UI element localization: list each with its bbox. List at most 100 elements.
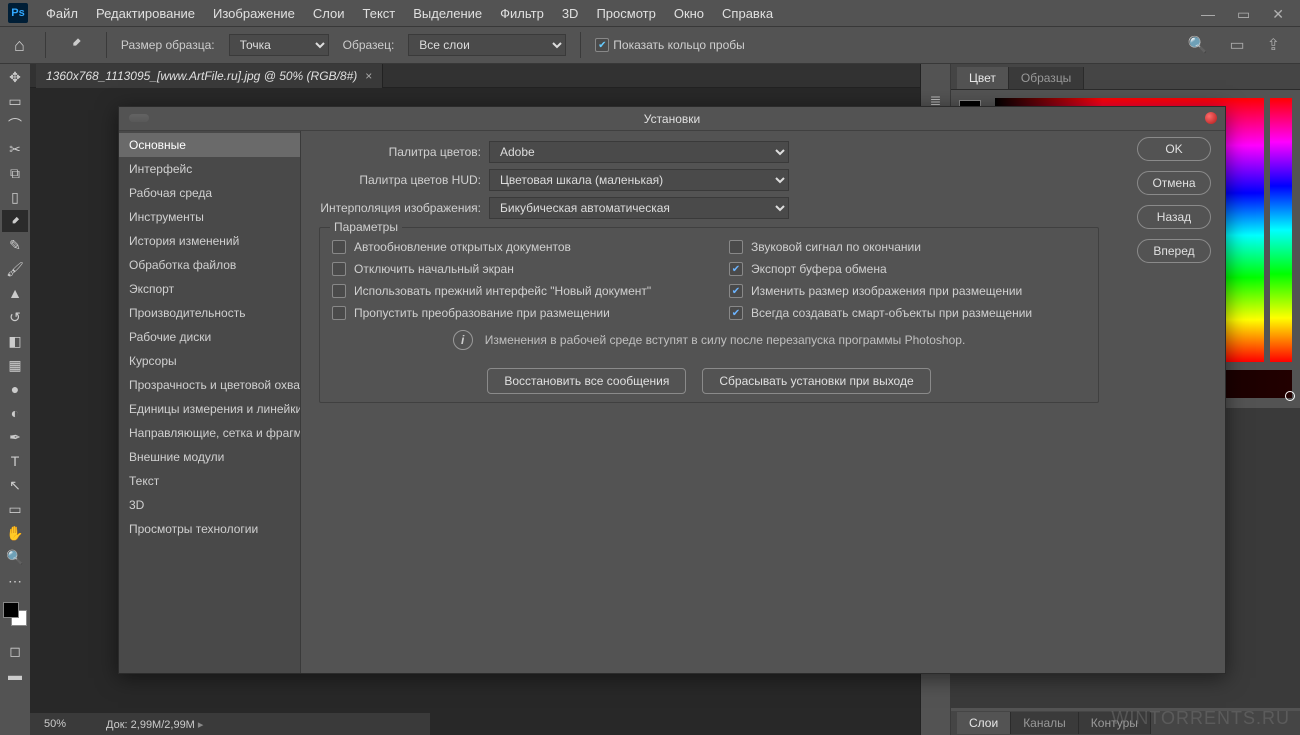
maximize-icon[interactable]: ▭ — [1237, 6, 1250, 23]
checkbox[interactable] — [729, 306, 743, 320]
history-brush-tool[interactable]: ↺ — [2, 306, 28, 328]
hand-tool[interactable]: ✋ — [2, 522, 28, 544]
reset-on-quit-button[interactable]: Сбрасывать установки при выходе — [702, 368, 930, 394]
healing-tool[interactable]: ✎ — [2, 234, 28, 256]
reset-messages-button[interactable]: Восстановить все сообщения — [487, 368, 686, 394]
minimize-icon[interactable]: — — [1201, 6, 1215, 23]
checkbox-row: Автообновление открытых документов — [332, 240, 689, 254]
mask-mode-icon[interactable]: ◻ — [2, 640, 28, 662]
tab-color[interactable]: Цвет — [957, 67, 1009, 89]
show-ring-checkbox[interactable]: ✔ — [595, 38, 609, 52]
pref-category[interactable]: Прозрачность и цветовой охват — [119, 373, 300, 397]
hue-slider[interactable] — [1270, 98, 1292, 362]
rectangle-tool[interactable]: ▭ — [2, 498, 28, 520]
chevron-right-icon[interactable]: ▸ — [198, 719, 204, 731]
crop-tool[interactable]: ⧉ — [2, 162, 28, 184]
menu-window[interactable]: Окно — [674, 6, 704, 21]
pref-category[interactable]: Экспорт — [119, 277, 300, 301]
marquee-tool[interactable]: ▭ — [2, 90, 28, 112]
pref-category[interactable]: Основные — [119, 133, 300, 157]
tab-layers[interactable]: Слои — [957, 712, 1011, 734]
pref-category[interactable]: Просмотры технологии — [119, 517, 300, 541]
pref-category[interactable]: История изменений — [119, 229, 300, 253]
dialog-buttons: OK Отмена Назад Вперед — [1137, 137, 1211, 263]
info-text: Изменения в рабочей среде вступят в силу… — [485, 333, 966, 347]
pref-category[interactable]: Единицы измерения и линейки — [119, 397, 300, 421]
eyedropper-tool[interactable] — [2, 210, 28, 232]
pref-category[interactable]: Рабочие диски — [119, 325, 300, 349]
tab-close-icon[interactable]: × — [365, 69, 372, 83]
sample-source-select[interactable]: Все слои — [408, 34, 566, 56]
hud-picker-select[interactable]: Цветовая шкала (маленькая) — [489, 169, 789, 191]
pref-category[interactable]: Курсоры — [119, 349, 300, 373]
zoom-level[interactable]: 50% — [44, 718, 66, 730]
frame-icon[interactable]: ▭ — [1229, 35, 1244, 55]
close-icon[interactable]: ✕ — [1272, 6, 1284, 23]
interpolation-select[interactable]: Бикубическая автоматическая — [489, 197, 789, 219]
gradient-tool[interactable]: ▦ — [2, 354, 28, 376]
pref-category[interactable]: Обработка файлов — [119, 253, 300, 277]
tab-swatches[interactable]: Образцы — [1009, 67, 1084, 89]
menu-select[interactable]: Выделение — [413, 6, 482, 21]
path-select-tool[interactable]: ↖ — [2, 474, 28, 496]
document-tab[interactable]: 1360x768_1113095_[www.ArtFile.ru].jpg @ … — [36, 64, 383, 88]
checkbox[interactable] — [729, 240, 743, 254]
cancel-button[interactable]: Отмена — [1137, 171, 1211, 195]
stamp-tool[interactable]: ▲ — [2, 282, 28, 304]
type-tool[interactable]: T — [2, 450, 28, 472]
prev-button[interactable]: Назад — [1137, 205, 1211, 229]
dodge-tool[interactable]: ◐ — [2, 402, 28, 424]
frame-tool[interactable]: ▯ — [2, 186, 28, 208]
pref-category[interactable]: Производительность — [119, 301, 300, 325]
tab-channels[interactable]: Каналы — [1011, 712, 1079, 734]
blur-tool[interactable]: ● — [2, 378, 28, 400]
pref-category[interactable]: Инструменты — [119, 205, 300, 229]
search-icon[interactable]: 🔍 — [1188, 35, 1208, 55]
checkbox[interactable] — [332, 284, 346, 298]
menu-view[interactable]: Просмотр — [596, 6, 655, 21]
checkbox[interactable] — [332, 240, 346, 254]
pref-category[interactable]: Рабочая среда — [119, 181, 300, 205]
dialog-titlebar[interactable]: Установки — [119, 107, 1225, 131]
menu-text[interactable]: Текст — [363, 6, 396, 21]
lasso-tool[interactable]: ⌒ — [2, 114, 28, 136]
quick-select-tool[interactable]: ✂ — [2, 138, 28, 160]
menu-image[interactable]: Изображение — [213, 6, 295, 21]
pref-category[interactable]: Направляющие, сетка и фрагменты — [119, 421, 300, 445]
next-button[interactable]: Вперед — [1137, 239, 1211, 263]
hud-picker-label: Палитра цветов HUD: — [319, 173, 489, 187]
ok-button[interactable]: OK — [1137, 137, 1211, 161]
move-tool[interactable]: ✥ — [2, 66, 28, 88]
pen-tool[interactable]: ✒ — [2, 426, 28, 448]
eraser-tool[interactable]: ◧ — [2, 330, 28, 352]
color-picker-select[interactable]: Adobe — [489, 141, 789, 163]
menu-3d[interactable]: 3D — [562, 6, 579, 21]
checkbox[interactable] — [332, 262, 346, 276]
menu-layers[interactable]: Слои — [313, 6, 345, 21]
menu-help[interactable]: Справка — [722, 6, 773, 21]
home-icon[interactable]: ⌂ — [8, 35, 31, 56]
checkbox[interactable] — [332, 306, 346, 320]
brush-tool[interactable]: 🖌 — [2, 258, 28, 280]
foreground-color-swatch[interactable] — [3, 602, 19, 618]
pref-category[interactable]: Текст — [119, 469, 300, 493]
checkbox[interactable] — [729, 262, 743, 276]
dialog-close-icon[interactable] — [1205, 112, 1217, 124]
share-icon[interactable]: ⇪ — [1267, 35, 1280, 55]
preferences-content: OK Отмена Назад Вперед Палитра цветов: A… — [301, 131, 1225, 673]
sample-size-select[interactable]: Точка — [229, 34, 329, 56]
menu-file[interactable]: Файл — [46, 6, 78, 21]
checkbox-row: Отключить начальный экран — [332, 262, 689, 276]
screen-mode-icon[interactable]: ▬ — [2, 664, 28, 686]
checkbox-label: Автообновление открытых документов — [354, 240, 571, 254]
eyedropper-icon[interactable] — [60, 35, 92, 56]
menu-edit[interactable]: Редактирование — [96, 6, 195, 21]
color-swatches[interactable] — [3, 602, 27, 626]
more-icon[interactable]: ⋯ — [2, 570, 28, 592]
menu-filter[interactable]: Фильтр — [500, 6, 544, 21]
pref-category[interactable]: Внешние модули — [119, 445, 300, 469]
pref-category[interactable]: 3D — [119, 493, 300, 517]
checkbox[interactable] — [729, 284, 743, 298]
pref-category[interactable]: Интерфейс — [119, 157, 300, 181]
zoom-tool[interactable]: 🔍 — [2, 546, 28, 568]
